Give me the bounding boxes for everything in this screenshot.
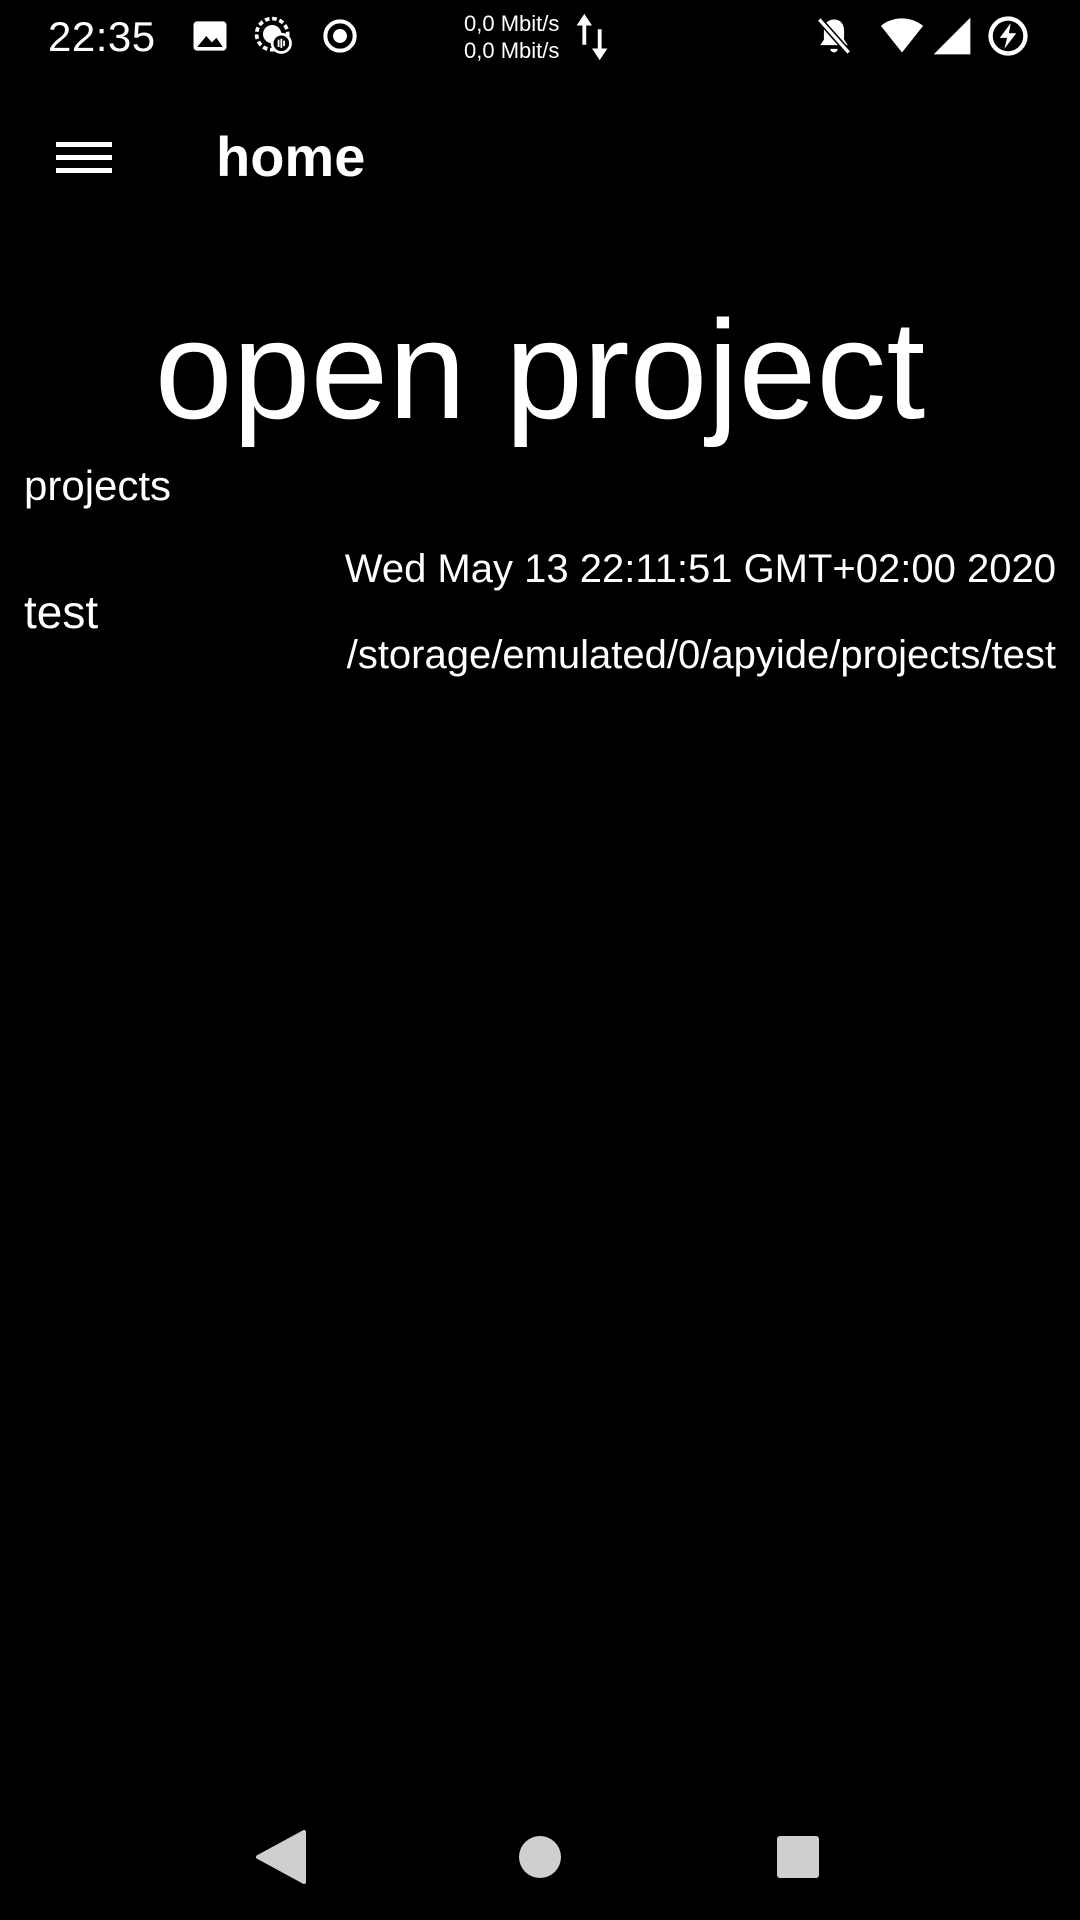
toolbar-title: home (216, 125, 366, 188)
image-icon (188, 14, 232, 58)
battery-charging-icon (986, 14, 1030, 58)
projects-section-label: projects (24, 462, 172, 509)
hamburger-menu-icon[interactable] (40, 118, 128, 198)
recents-icon[interactable] (753, 1812, 843, 1902)
project-date: Wed May 13 22:11:51 GMT+02:00 2020 (344, 547, 1056, 591)
project-path: /storage/emulated/0/apyide/projects/test (346, 633, 1056, 677)
wifi-icon (878, 14, 926, 58)
net-down-speed: 0,0 Mbit/s (464, 38, 560, 63)
net-up-speed: 0,0 Mbit/s (464, 11, 560, 36)
data-transfer-icon (574, 12, 610, 62)
app-toolbar: home (0, 74, 1080, 242)
status-time: 22:35 (48, 13, 156, 60)
system-navigation-bar (0, 1790, 1080, 1920)
app-screen: 22:35 0,0 Mbit/s 0,0 Mbit/s home open pr… (0, 0, 1080, 1920)
back-icon[interactable] (236, 1812, 326, 1902)
page-heading: open project (154, 291, 926, 448)
project-name: test (24, 586, 99, 638)
record-icon (318, 14, 362, 58)
project-list-item[interactable]: test Wed May 13 22:11:51 GMT+02:00 2020 … (0, 536, 1080, 686)
app-notification-icon (252, 14, 296, 58)
notifications-off-icon (812, 14, 856, 58)
cellular-signal-icon (928, 14, 976, 58)
network-speed: 0,0 Mbit/s 0,0 Mbit/s (464, 10, 559, 64)
status-bar: 22:35 0,0 Mbit/s 0,0 Mbit/s (0, 0, 1080, 74)
home-icon[interactable] (495, 1812, 585, 1902)
